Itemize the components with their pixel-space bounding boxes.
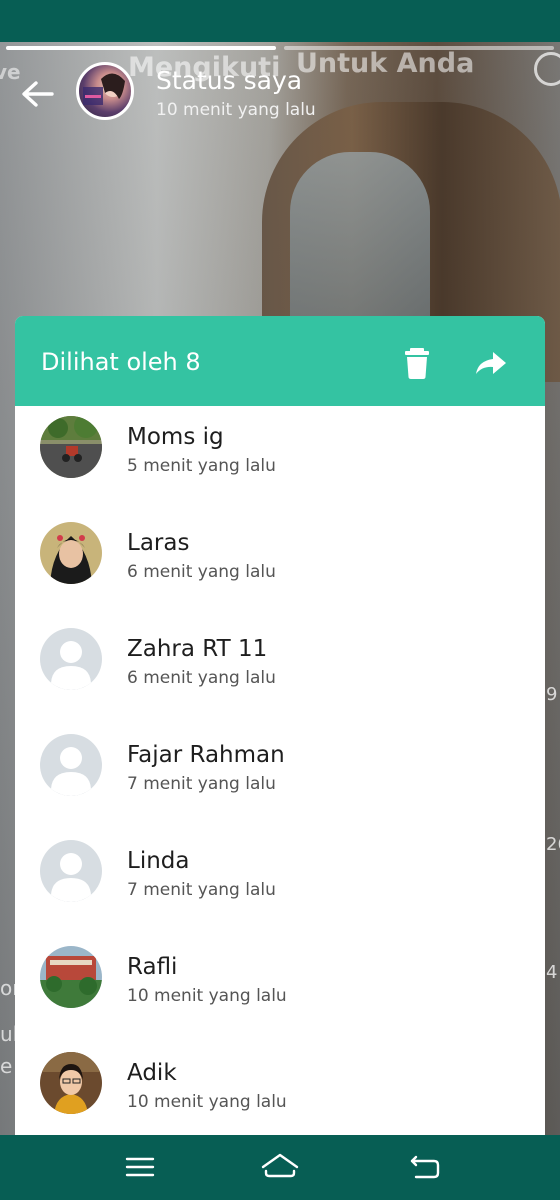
viewer-time: 6 menit yang lalu — [127, 562, 276, 582]
background-tab-for-you: Untuk Anda — [296, 48, 475, 79]
viewer-avatar — [40, 1052, 102, 1114]
avatar-photo — [83, 73, 125, 105]
viewer-time: 10 menit yang lalu — [127, 986, 287, 1006]
arrow-left-icon — [22, 81, 54, 107]
viewer-row[interactable]: Laras 6 menit yang lalu — [15, 512, 545, 618]
story-time: 10 menit yang lalu — [156, 100, 316, 120]
viewers-count-title: Dilihat oleh 8 — [41, 348, 201, 376]
viewer-row[interactable]: Rafli 10 menit yang lalu — [15, 936, 545, 1042]
viewer-avatar — [40, 946, 102, 1008]
default-avatar-icon — [40, 628, 102, 690]
forward-icon — [476, 352, 506, 374]
viewer-row[interactable]: Linda 7 menit yang lalu — [15, 830, 545, 936]
home-icon — [261, 1153, 299, 1178]
viewer-time: 6 menit yang lalu — [127, 668, 276, 688]
viewers-panel-header: Dilihat oleh 8 — [15, 316, 545, 406]
story-progress-segment-2 — [284, 46, 554, 50]
viewers-panel: Dilihat oleh 8 Moms ig 5 menit yang lalu… — [15, 316, 545, 1136]
viewer-name: Zahra RT 11 — [127, 636, 268, 662]
viewer-row[interactable]: Fajar Rahman 7 menit yang lalu — [15, 724, 545, 830]
navigation-bar — [0, 1135, 560, 1200]
back-icon — [410, 1155, 440, 1179]
background-info-icon — [534, 52, 560, 86]
story-progress-segment-1 — [6, 46, 276, 50]
viewer-row[interactable]: Moms ig 5 menit yang lalu — [15, 406, 545, 512]
viewer-row[interactable]: Zahra RT 11 6 menit yang lalu — [15, 618, 545, 724]
viewer-time: 7 menit yang lalu — [127, 774, 276, 794]
background-side-number: 9 — [546, 684, 558, 705]
default-avatar-icon — [40, 734, 102, 796]
viewer-avatar — [40, 416, 102, 478]
nav-home-button[interactable] — [260, 1149, 300, 1185]
back-button[interactable] — [18, 74, 58, 114]
my-avatar[interactable] — [76, 62, 134, 120]
menu-icon — [125, 1157, 155, 1177]
story-owner-title: Status saya — [156, 66, 303, 95]
viewer-name: Adik — [127, 1060, 177, 1086]
viewer-name: Rafli — [127, 954, 178, 980]
delete-button[interactable] — [401, 346, 433, 380]
viewer-name: Fajar Rahman — [127, 742, 285, 768]
viewer-row[interactable]: Adik 10 menit yang lalu — [15, 1042, 545, 1136]
viewer-time: 5 menit yang lalu — [127, 456, 276, 476]
background-side-text: e — [0, 1054, 13, 1078]
background-side-number: 26 — [546, 834, 560, 855]
viewer-time: 10 menit yang lalu — [127, 1092, 287, 1112]
default-avatar-icon — [40, 840, 102, 902]
viewer-time: 7 menit yang lalu — [127, 880, 276, 900]
forward-button[interactable] — [473, 346, 509, 380]
viewer-name: Laras — [127, 530, 190, 556]
viewer-avatar — [40, 522, 102, 584]
status-bar — [0, 0, 560, 42]
viewer-name: Linda — [127, 848, 190, 874]
nav-menu-button[interactable] — [120, 1149, 160, 1185]
viewer-name: Moms ig — [127, 424, 224, 450]
trash-icon — [405, 348, 429, 379]
background-side-number: 4 — [546, 962, 558, 983]
nav-back-button[interactable] — [404, 1149, 444, 1185]
